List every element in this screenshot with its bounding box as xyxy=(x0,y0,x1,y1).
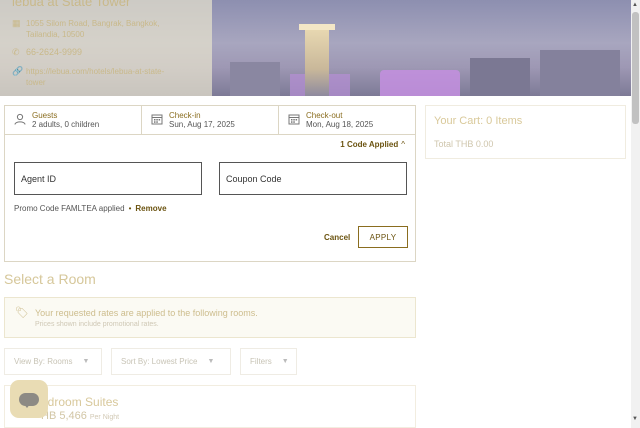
link-icon: 🔗 xyxy=(12,66,24,76)
phone-number[interactable]: 66-2624-9999 xyxy=(26,47,82,58)
calendar-icon xyxy=(287,113,301,128)
hero-building xyxy=(230,62,280,96)
cancel-button[interactable]: Cancel xyxy=(324,233,350,242)
caret-down-icon: ▼ xyxy=(281,358,289,365)
address-line-1: 1055 Silom Road, Bangrak, Bangkok, xyxy=(26,19,160,28)
caret-down-icon: ▼ xyxy=(207,358,215,365)
booking-panel: Guests 2 adults, 0 children Check-in Sun… xyxy=(4,105,416,262)
filters-label: Filters xyxy=(250,357,272,366)
guests-label: Guests xyxy=(32,110,58,120)
checkin-label: Check-in xyxy=(169,110,201,120)
building-icon: ▦ xyxy=(12,18,21,28)
hotel-website[interactable]: 🔗 https://lebua.com/hotels/lebua-at-stat… xyxy=(12,66,164,88)
chat-icon xyxy=(19,392,39,408)
user-icon xyxy=(13,113,27,128)
view-by-label: View By: Rooms xyxy=(14,357,73,366)
hero-building xyxy=(540,50,620,96)
website-line-1[interactable]: https://lebua.com/hotels/lebua-at-state- xyxy=(26,67,164,76)
scroll-up-arrow-icon[interactable]: ▲ xyxy=(632,2,638,8)
hotel-name: lebua at State Tower xyxy=(12,0,131,9)
hero-building xyxy=(380,70,460,96)
chevron-up-icon: ^ xyxy=(401,140,405,149)
scroll-down-arrow-icon[interactable]: ▼ xyxy=(632,416,638,422)
checkout-selector[interactable]: Check-out Mon, Aug 18, 2025 xyxy=(279,106,415,134)
separator-dot-icon: • xyxy=(128,204,132,213)
hotel-hero-image: lebua at State Tower ▦ 1055 Silom Road, … xyxy=(0,0,631,96)
room-card[interactable]: edroom Suites HB 5,466 Per Night xyxy=(4,385,416,428)
checkin-selector[interactable]: Check-in Sun, Aug 17, 2025 xyxy=(142,106,279,134)
view-by-dropdown[interactable]: View By: Rooms ▼ xyxy=(4,348,102,375)
room-price: HB 5,466 Per Night xyxy=(41,410,119,422)
hotel-address: ▦ 1055 Silom Road, Bangrak, Bangkok, Tai… xyxy=(12,18,159,40)
room-price-value: HB 5,466 xyxy=(41,410,87,422)
guests-selector[interactable]: Guests 2 adults, 0 children xyxy=(5,106,142,134)
guests-value: 2 adults, 0 children xyxy=(32,119,100,129)
select-room-heading: Select a Room xyxy=(4,271,96,287)
remove-promo-link[interactable]: Remove xyxy=(135,204,166,213)
promo-applied-text: Promo Code FAMLTEA applied xyxy=(14,204,125,213)
tag-icon: 🏷 xyxy=(15,307,29,319)
page-scrollbar[interactable]: ▲ ▼ xyxy=(631,0,640,428)
sort-by-dropdown[interactable]: Sort By: Lowest Price ▼ xyxy=(111,348,231,375)
rates-notice: 🏷 Your requested rates are applied to th… xyxy=(4,297,416,338)
room-name: edroom Suites xyxy=(41,395,119,409)
hero-tower xyxy=(299,24,335,96)
scrollbar-thumb[interactable] xyxy=(632,12,639,124)
room-price-per: Per Night xyxy=(89,414,120,421)
hotel-info-panel: lebua at State Tower ▦ 1055 Silom Road, … xyxy=(0,0,212,96)
hero-building xyxy=(470,58,530,96)
calendar-icon xyxy=(150,113,164,128)
sort-by-label: Sort By: Lowest Price xyxy=(121,357,198,366)
checkout-value: Mon, Aug 18, 2025 xyxy=(306,119,374,129)
notice-line-1: Your requested rates are applied to the … xyxy=(35,308,258,318)
address-line-2: Tailandia, 10500 xyxy=(26,30,85,39)
code-applied-label: 1 Code Applied xyxy=(340,140,399,149)
apply-button[interactable]: APPLY xyxy=(358,226,408,248)
coupon-code-input[interactable] xyxy=(219,162,407,195)
chat-button[interactable] xyxy=(10,380,48,418)
cart-total: Total THB 0.00 xyxy=(434,139,494,149)
hotel-phone[interactable]: ✆ 66-2624-9999 xyxy=(12,47,82,58)
checkin-value: Sun, Aug 17, 2025 xyxy=(169,119,235,129)
filters-dropdown[interactable]: Filters ▼ xyxy=(240,348,297,375)
agent-id-input[interactable] xyxy=(14,162,202,195)
cart-panel: Your Cart: 0 Items Total THB 0.00 xyxy=(425,105,626,159)
phone-icon: ✆ xyxy=(12,47,20,57)
caret-down-icon: ▼ xyxy=(82,358,90,365)
promo-applied-message: Promo Code FAMLTEA applied • Remove xyxy=(14,204,167,213)
code-applied-toggle[interactable]: 1 Code Applied ^ xyxy=(340,140,405,149)
booking-summary-bar: Guests 2 adults, 0 children Check-in Sun… xyxy=(5,106,415,135)
cart-title: Your Cart: 0 Items xyxy=(434,115,523,127)
website-line-2[interactable]: tower xyxy=(26,78,46,87)
notice-line-2: Prices shown include promotional rates. xyxy=(35,321,159,328)
checkout-label: Check-out xyxy=(306,110,343,120)
